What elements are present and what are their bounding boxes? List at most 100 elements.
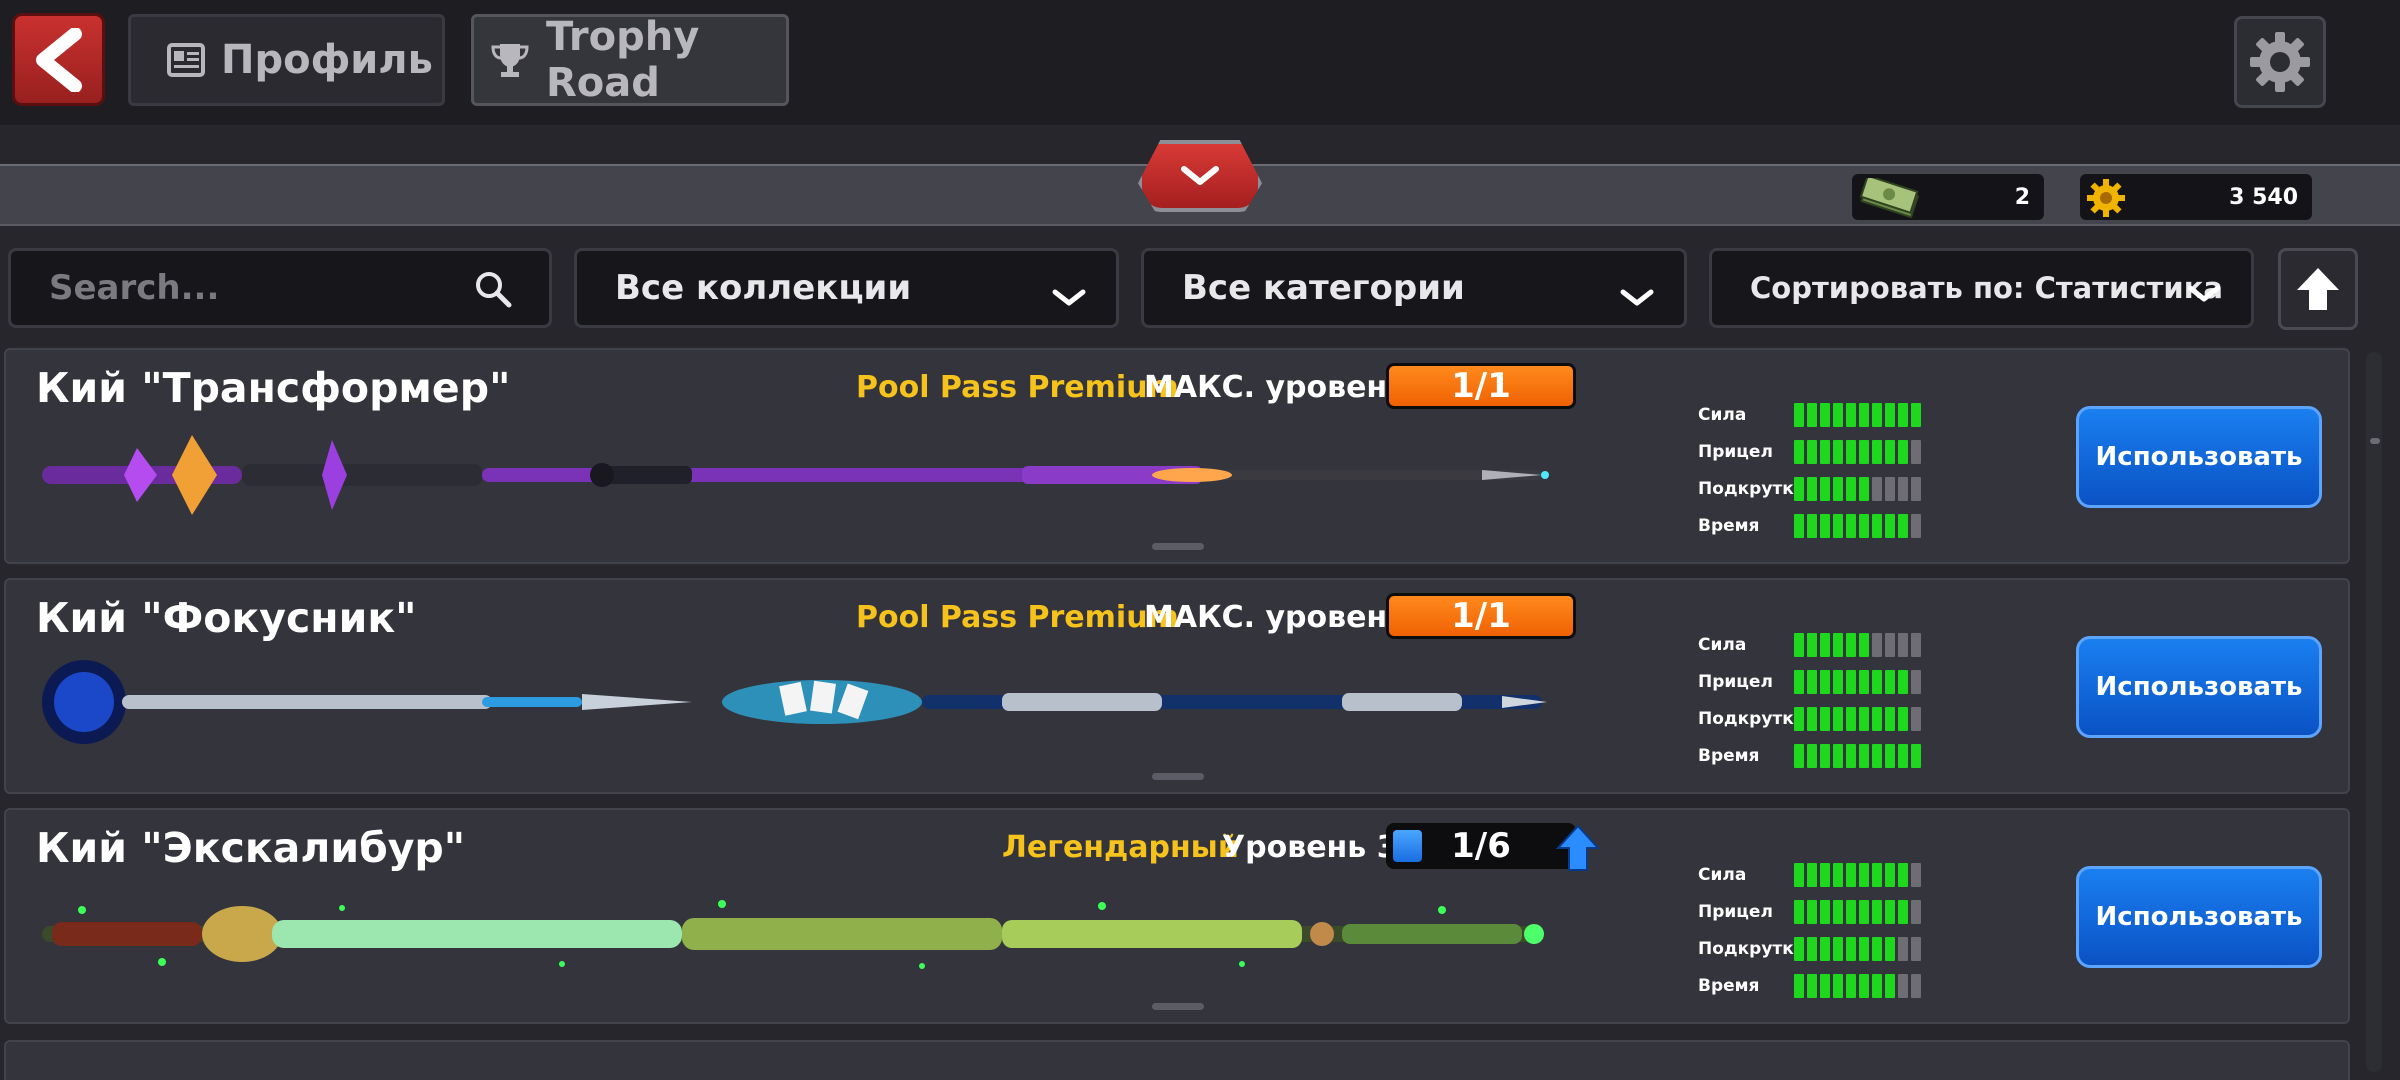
stat-segment bbox=[1872, 899, 1882, 924]
tab-profile[interactable]: Профиль bbox=[128, 14, 445, 106]
chevron-down-icon bbox=[1181, 166, 1219, 185]
stat-segment bbox=[1885, 513, 1895, 538]
stat-segment bbox=[1885, 973, 1895, 998]
cash-counter[interactable]: 2 bbox=[1852, 174, 2044, 220]
stat-segment bbox=[1898, 439, 1908, 464]
stat-segment bbox=[1807, 706, 1817, 731]
stat-segment bbox=[1872, 632, 1882, 657]
use-cue-button[interactable]: Использовать bbox=[2076, 636, 2322, 738]
cue-image bbox=[42, 660, 1547, 744]
stat-segment bbox=[1833, 513, 1843, 538]
scrollbar-track[interactable] bbox=[2366, 352, 2382, 1072]
stat-segment bbox=[1846, 402, 1856, 427]
stat-segment bbox=[1859, 632, 1869, 657]
stat-segment bbox=[1885, 402, 1895, 427]
cue-image bbox=[42, 900, 1544, 969]
stat-label-power: Сила bbox=[1698, 404, 1747, 425]
stat-segment bbox=[1846, 476, 1856, 501]
sort-dropdown-value: Сортировать по: Статистика bbox=[1750, 271, 2223, 305]
upgrade-arrow-icon[interactable] bbox=[1556, 824, 1600, 872]
stat-label-time: Время bbox=[1698, 515, 1760, 536]
gear-icon bbox=[2250, 32, 2310, 92]
chevron-down-icon bbox=[1052, 277, 1086, 317]
stat-segment bbox=[1833, 743, 1843, 768]
stat-segment bbox=[1820, 632, 1830, 657]
cue-level-progress: 1/6 bbox=[1386, 823, 1576, 869]
cue-card[interactable]: Кий "Экскалибур" Легендарный Уровень 3 1… bbox=[4, 808, 2350, 1024]
collection-dropdown[interactable]: Все коллекции bbox=[574, 248, 1119, 328]
stat-segment bbox=[1911, 439, 1921, 464]
stat-segment bbox=[1794, 899, 1804, 924]
cue-level-value: 1/1 bbox=[1451, 366, 1511, 406]
cue-level-badge: 1/1 bbox=[1386, 363, 1576, 409]
sort-dropdown[interactable]: Сортировать по: Статистика bbox=[1709, 248, 2254, 328]
collection-dropdown-value: Все коллекции bbox=[615, 268, 912, 308]
search-input[interactable]: Search... bbox=[8, 248, 552, 328]
stat-segment bbox=[1846, 973, 1856, 998]
coins-counter[interactable]: 3 540 bbox=[2080, 174, 2312, 220]
stat-bar-aim bbox=[1794, 669, 1921, 694]
collapse-header-button[interactable] bbox=[1138, 140, 1262, 212]
stat-segment bbox=[1794, 476, 1804, 501]
stat-segment bbox=[1898, 936, 1908, 961]
stat-segment bbox=[1859, 743, 1869, 768]
stat-segment bbox=[1794, 743, 1804, 768]
tab-profile-label: Профиль bbox=[221, 37, 433, 83]
search-icon[interactable] bbox=[473, 269, 513, 318]
sort-direction-button[interactable] bbox=[2278, 248, 2358, 330]
stat-segment bbox=[1898, 899, 1908, 924]
stat-segment bbox=[1807, 513, 1817, 538]
trophy-icon bbox=[490, 41, 530, 79]
stat-segment bbox=[1794, 706, 1804, 731]
stat-segment bbox=[1872, 936, 1882, 961]
stat-segment bbox=[1807, 632, 1817, 657]
stat-segment bbox=[1898, 632, 1908, 657]
stat-segment bbox=[1846, 743, 1856, 768]
stat-label-aim: Прицел bbox=[1698, 901, 1773, 922]
profile-card-icon bbox=[167, 43, 205, 77]
cue-card[interactable]: Кий "Трансформер" Pool Pass Premium МАКС… bbox=[4, 348, 2350, 564]
stat-segment bbox=[1885, 669, 1895, 694]
stat-segment bbox=[1833, 402, 1843, 427]
stat-segment bbox=[1820, 402, 1830, 427]
stat-segment bbox=[1833, 669, 1843, 694]
cue-tier: Pool Pass Premium bbox=[856, 600, 1179, 635]
stat-bar-aim bbox=[1794, 899, 1921, 924]
stat-segment bbox=[1794, 402, 1804, 427]
stat-segment bbox=[1833, 632, 1843, 657]
stat-bar-aim bbox=[1794, 439, 1921, 464]
cue-card[interactable]: Кий "Фокусник" Pool Pass Premium МАКС. у… bbox=[4, 578, 2350, 794]
scrollbar-thumb[interactable] bbox=[2370, 438, 2380, 444]
stat-label-time: Время bbox=[1698, 975, 1760, 996]
stat-segment bbox=[1820, 899, 1830, 924]
stat-bar-power bbox=[1794, 632, 1921, 657]
drag-handle bbox=[1152, 1003, 1204, 1010]
stat-segment bbox=[1859, 439, 1869, 464]
stat-segment bbox=[1846, 862, 1856, 887]
stat-segment bbox=[1898, 402, 1908, 427]
stat-segment bbox=[1846, 936, 1856, 961]
stat-segment bbox=[1794, 513, 1804, 538]
stat-segment bbox=[1859, 402, 1869, 427]
cue-name: Кий "Экскалибур" bbox=[36, 824, 466, 872]
stat-segment bbox=[1885, 476, 1895, 501]
stat-bar-power bbox=[1794, 862, 1921, 887]
use-cue-button[interactable]: Использовать bbox=[2076, 406, 2322, 508]
cue-card-partial[interactable] bbox=[4, 1040, 2350, 1080]
stat-segment bbox=[1846, 899, 1856, 924]
tab-trophy-road[interactable]: Trophy Road bbox=[471, 14, 789, 106]
stat-segment bbox=[1898, 669, 1908, 694]
back-button[interactable] bbox=[12, 13, 105, 106]
stat-segment bbox=[1846, 706, 1856, 731]
category-dropdown[interactable]: Все категории bbox=[1141, 248, 1687, 328]
stat-segment bbox=[1807, 743, 1817, 768]
use-cue-button[interactable]: Использовать bbox=[2076, 866, 2322, 968]
stat-segment bbox=[1807, 973, 1817, 998]
stat-segment bbox=[1794, 973, 1804, 998]
stat-segment bbox=[1898, 973, 1908, 998]
stat-segment bbox=[1872, 669, 1882, 694]
settings-button[interactable] bbox=[2234, 16, 2326, 108]
stat-segment bbox=[1911, 669, 1921, 694]
stat-segment bbox=[1898, 513, 1908, 538]
stat-label-time: Время bbox=[1698, 745, 1760, 766]
